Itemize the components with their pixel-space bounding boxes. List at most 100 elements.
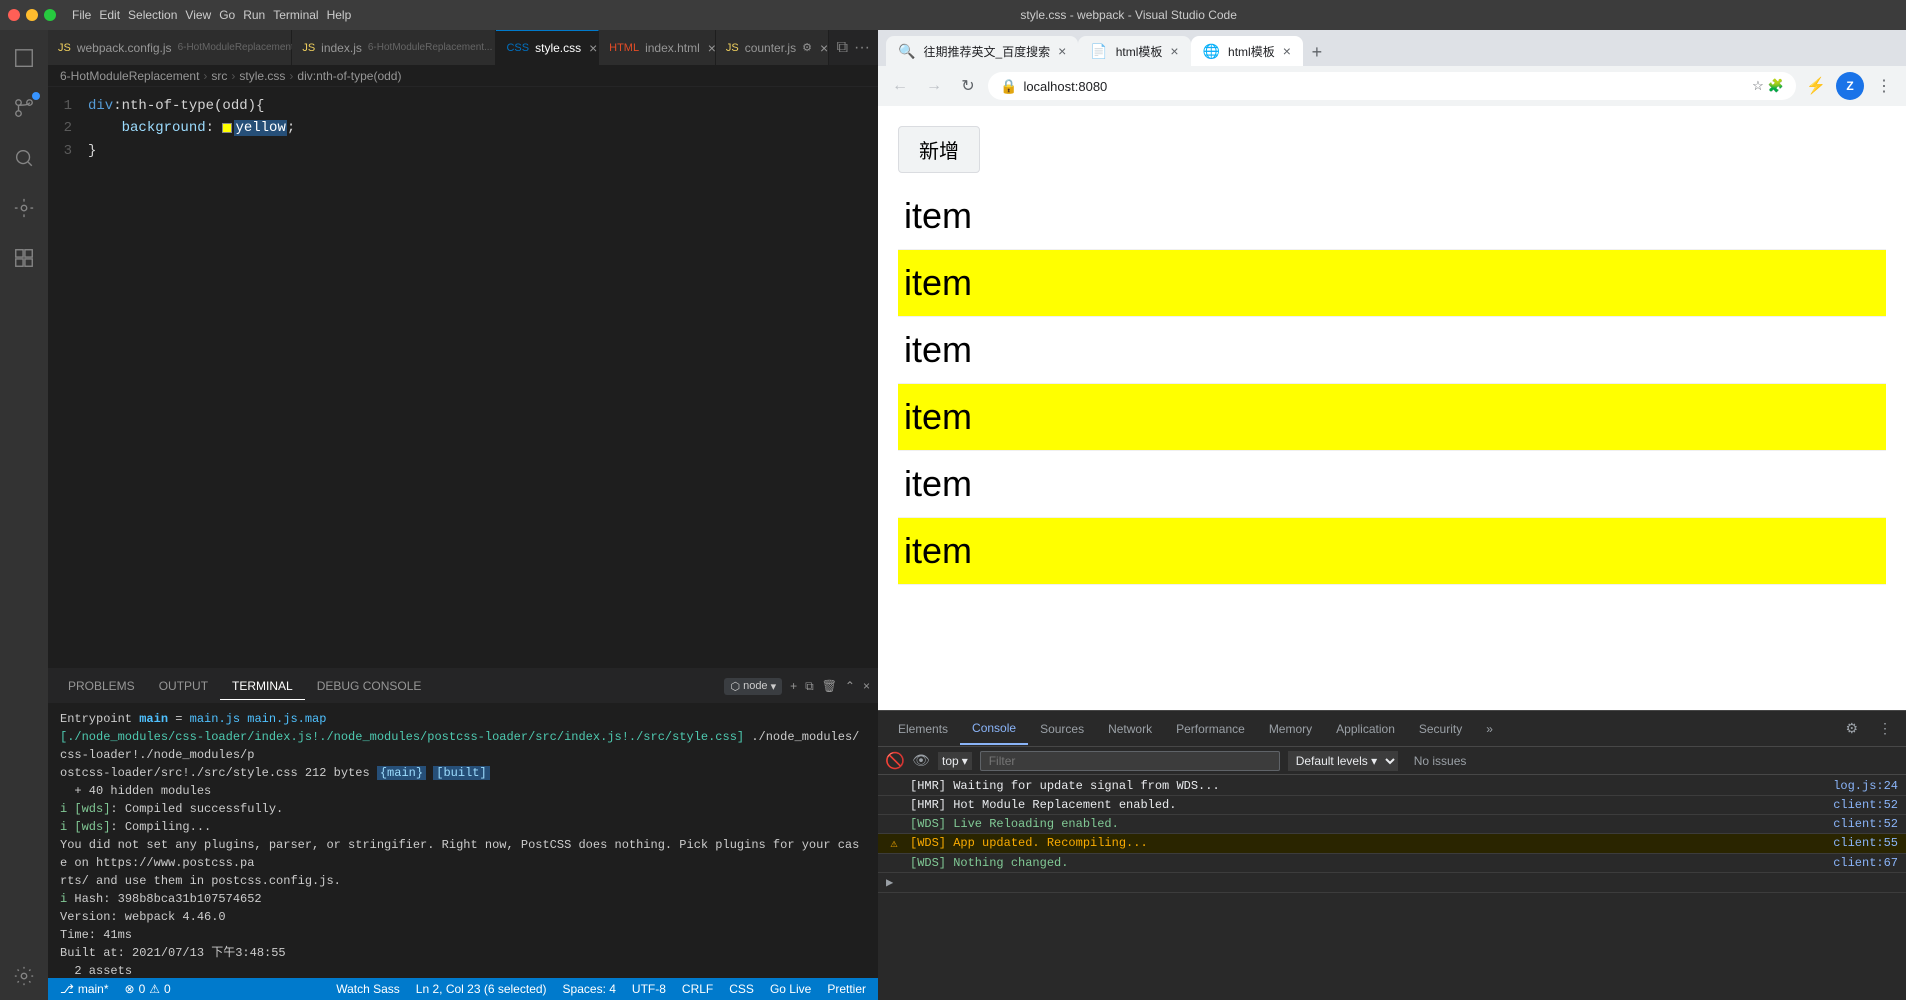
dt-tab-security[interactable]: Security <box>1407 714 1474 744</box>
dt-tab-elements[interactable]: Elements <box>886 714 960 744</box>
address-bar[interactable]: 🔒 localhost:8080 ☆ 🧩 <box>988 72 1796 100</box>
menu-selection[interactable]: Selection <box>128 8 177 22</box>
tab-terminal[interactable]: TERMINAL <box>220 673 305 700</box>
log-levels-selector[interactable]: Default levels ▾ <box>1288 751 1398 771</box>
menu-file[interactable]: File <box>72 8 91 22</box>
browser-tab-2[interactable]: 📄 html模板 × <box>1078 36 1190 66</box>
cursor-position[interactable]: Ln 2, Col 23 (6 selected) <box>412 982 551 996</box>
golive-btn[interactable]: Go Live <box>766 982 815 996</box>
btab-close-3[interactable]: × <box>1283 43 1291 59</box>
console-expand-row[interactable]: ▶ <box>878 873 1906 893</box>
prettier-btn[interactable]: Prettier <box>823 982 870 996</box>
browser-tab-1[interactable]: 🔍 往期推荐英文_百度搜索 × <box>886 36 1078 66</box>
tab-stylecss[interactable]: CSS style.css × <box>496 30 599 65</box>
extensions-icon[interactable] <box>0 234 48 282</box>
tab-indexjs[interactable]: JS index.js 6-HotModuleReplacement... × <box>292 30 496 65</box>
dt-tab-performance[interactable]: Performance <box>1164 714 1257 744</box>
tab-output[interactable]: OUTPUT <box>147 673 220 699</box>
log-link-1[interactable]: log.js:24 <box>1833 779 1898 793</box>
console-filter-input[interactable] <box>980 751 1280 771</box>
log-link-2[interactable]: client:52 <box>1833 798 1898 812</box>
console-message-3: [WDS] Live Reloading enabled. client:52 <box>878 815 1906 834</box>
menu-button[interactable]: ⋮ <box>1870 72 1898 100</box>
menu-view[interactable]: View <box>185 8 211 22</box>
dt-tab-network[interactable]: Network <box>1096 714 1164 744</box>
tab-debug-console[interactable]: DEBUG CONSOLE <box>305 673 434 699</box>
search-icon[interactable] <box>0 134 48 182</box>
browser-tab-3[interactable]: 🌐 html模板 × <box>1191 36 1303 66</box>
extension-icon[interactable]: 🧩 <box>1768 78 1784 94</box>
log-link-3[interactable]: client:52 <box>1833 817 1898 831</box>
browser-tabs-bar: 🔍 往期推荐英文_百度搜索 × 📄 html模板 × 🌐 html模板 × + <box>878 30 1906 66</box>
devtools-tabs-bar: Elements Console Sources Network Perform… <box>878 711 1906 747</box>
maximize-button[interactable] <box>44 9 56 21</box>
terminal-close-btn[interactable]: × <box>863 679 870 693</box>
console-message-1: [HMR] Waiting for update signal from WDS… <box>878 777 1906 796</box>
devtools-toolbar-icons: ⚙ ⋮ <box>1839 716 1898 741</box>
new-tab-button[interactable]: + <box>1303 38 1331 66</box>
code-editor[interactable]: 1 div:nth-of-type(odd){ 2 background: ye… <box>48 87 878 668</box>
menu-edit[interactable]: Edit <box>99 8 120 22</box>
watch-sass[interactable]: Watch Sass <box>332 982 404 996</box>
close-button[interactable] <box>8 9 20 21</box>
tab-indexhtml[interactable]: HTML index.html × <box>599 30 716 65</box>
tab-problems[interactable]: PROBLEMS <box>56 673 147 699</box>
terminal-trash-btn[interactable]: 🗑 <box>822 679 837 693</box>
expand-icon[interactable]: ▶ <box>886 875 893 890</box>
extensions-btn[interactable]: ⚡ <box>1802 72 1830 100</box>
node-selector[interactable]: ⬡ node ▾ <box>724 678 782 695</box>
dt-tab-sources[interactable]: Sources <box>1028 714 1096 744</box>
encoding-setting[interactable]: UTF-8 <box>628 982 670 996</box>
errors-count[interactable]: ⊗ 0 ⚠ 0 <box>121 982 175 996</box>
minimize-button[interactable] <box>26 9 38 21</box>
forward-button[interactable]: → <box>920 72 948 100</box>
explorer-icon[interactable] <box>0 34 48 82</box>
console-message-4: ⚠ [WDS] App updated. Recompiling... clie… <box>878 834 1906 854</box>
btab-close-2[interactable]: × <box>1170 43 1178 59</box>
star-icon[interactable]: ☆ <box>1752 78 1764 94</box>
console-output: [HMR] Waiting for update signal from WDS… <box>878 775 1906 1000</box>
git-branch[interactable]: ⎇ main* <box>56 982 113 996</box>
terminal-split-btn[interactable]: ⧉ <box>805 679 814 694</box>
devtools-more-icon[interactable]: ⋮ <box>1872 716 1898 741</box>
menu-run[interactable]: Run <box>243 8 265 22</box>
console-eye-button[interactable]: 👁 <box>912 752 930 770</box>
back-button[interactable]: ← <box>886 72 914 100</box>
profile-button[interactable]: Z <box>1836 72 1864 100</box>
spaces-setting[interactable]: Spaces: 4 <box>559 982 620 996</box>
settings-gear-icon[interactable]: ⚙ <box>1839 716 1864 741</box>
btab-close-1[interactable]: × <box>1058 43 1066 59</box>
js-icon: JS <box>58 42 71 54</box>
source-control-icon[interactable] <box>0 84 48 132</box>
dt-tab-application[interactable]: Application <box>1324 714 1407 744</box>
url-text: localhost:8080 <box>1023 79 1746 94</box>
terminal-maximize-btn[interactable]: ⌃ <box>845 679 855 693</box>
terminal-area: PROBLEMS OUTPUT TERMINAL DEBUG CONSOLE ⬡… <box>48 668 878 978</box>
language-mode[interactable]: CSS <box>725 982 758 996</box>
menu-terminal[interactable]: Terminal <box>273 8 318 22</box>
reload-button[interactable]: ↻ <box>954 72 982 100</box>
terminal-content[interactable]: Entrypoint main = main.js main.js.map [.… <box>48 704 878 978</box>
menu-help[interactable]: Help <box>327 8 352 22</box>
tab-close-style[interactable]: × <box>587 40 599 56</box>
context-selector[interactable]: top ▾ <box>938 752 972 770</box>
dt-tab-memory[interactable]: Memory <box>1257 714 1324 744</box>
new-button[interactable]: 新增 <box>898 126 980 173</box>
line-ending[interactable]: CRLF <box>678 982 717 996</box>
log-link-4[interactable]: client:55 <box>1833 836 1898 850</box>
term-line: i [wds]: Compiled successfully. <box>60 800 866 818</box>
console-clear-button[interactable]: 🚫 <box>886 752 904 770</box>
menu-go[interactable]: Go <box>219 8 235 22</box>
tab-webpack[interactable]: JS webpack.config.js 6-HotModuleReplacem… <box>48 30 292 65</box>
split-editor-btn[interactable]: ⧉ <box>837 39 848 57</box>
no-issues-label: No issues <box>1406 752 1475 770</box>
dt-tab-more[interactable]: » <box>1474 714 1505 744</box>
tab-counterjs[interactable]: JS counter.js ⚙ × <box>716 30 829 65</box>
settings-icon[interactable] <box>0 952 48 1000</box>
terminal-add-btn[interactable]: + <box>790 679 797 693</box>
more-actions-btn[interactable]: ··· <box>854 39 870 57</box>
item-6: item <box>898 518 1886 585</box>
debug-icon[interactable] <box>0 184 48 232</box>
dt-tab-console[interactable]: Console <box>960 713 1028 745</box>
log-link-5[interactable]: client:67 <box>1833 856 1898 870</box>
